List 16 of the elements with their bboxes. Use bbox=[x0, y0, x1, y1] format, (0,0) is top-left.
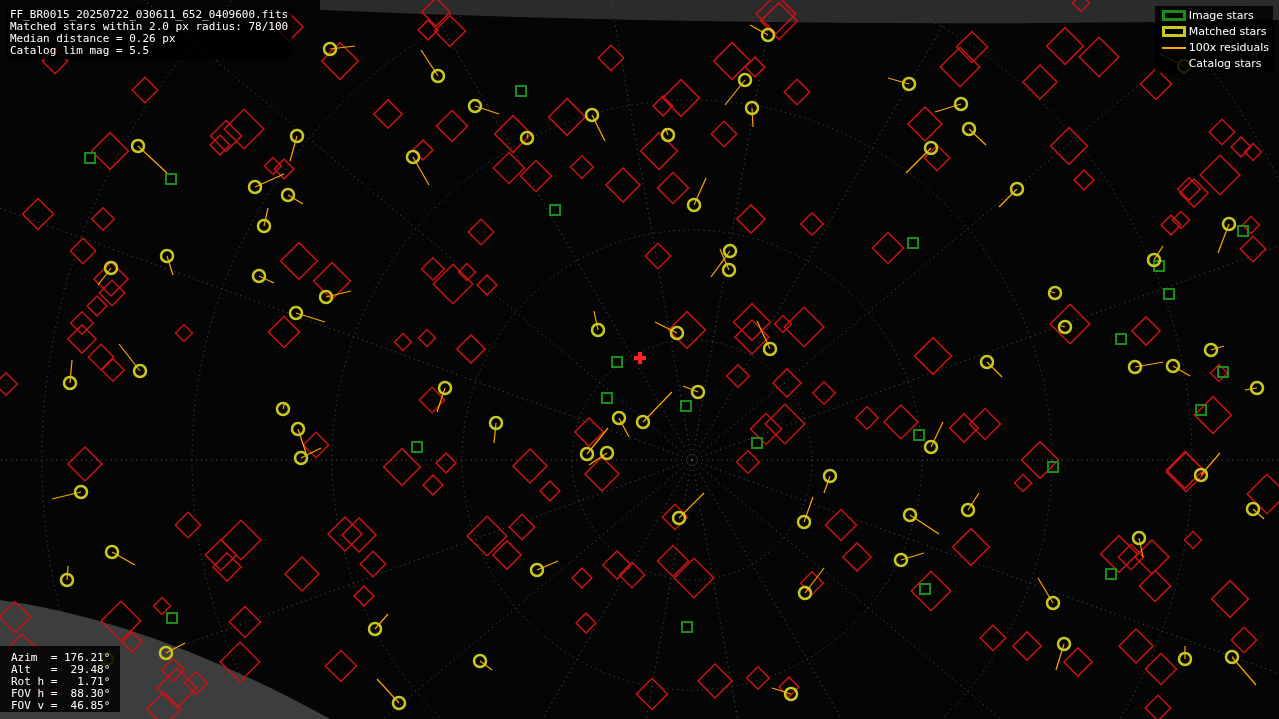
legend-label: 100x residuals bbox=[1188, 40, 1269, 55]
info-text: Catalog lim mag = 5.5 bbox=[10, 45, 151, 57]
info-text: Median distance = 0.26 px bbox=[10, 33, 177, 45]
legend-label: Image stars bbox=[1188, 8, 1255, 23]
box-symbol-icon bbox=[1161, 26, 1186, 37]
pointing-text: Alt = 29.48° bbox=[11, 664, 111, 676]
box-symbol-icon bbox=[1161, 10, 1186, 21]
info-text: Matched stars within 2.0 px radius: 78/100 bbox=[10, 21, 289, 33]
pointing-text: Rot h = 1.71° bbox=[11, 676, 111, 688]
pointing-text: FOV v = 46.85° bbox=[11, 700, 111, 712]
pointing-text: FOV h = 88.30° bbox=[11, 688, 111, 700]
info-text: FF_BR0015_20250722_030611_652_0409600.fits bbox=[10, 9, 289, 21]
line-symbol-icon bbox=[1161, 46, 1186, 49]
legend-label: Matched stars bbox=[1188, 24, 1268, 39]
pointing-text: Azim = 176.21° bbox=[11, 652, 111, 664]
legend-label: Catalog stars bbox=[1188, 56, 1263, 71]
